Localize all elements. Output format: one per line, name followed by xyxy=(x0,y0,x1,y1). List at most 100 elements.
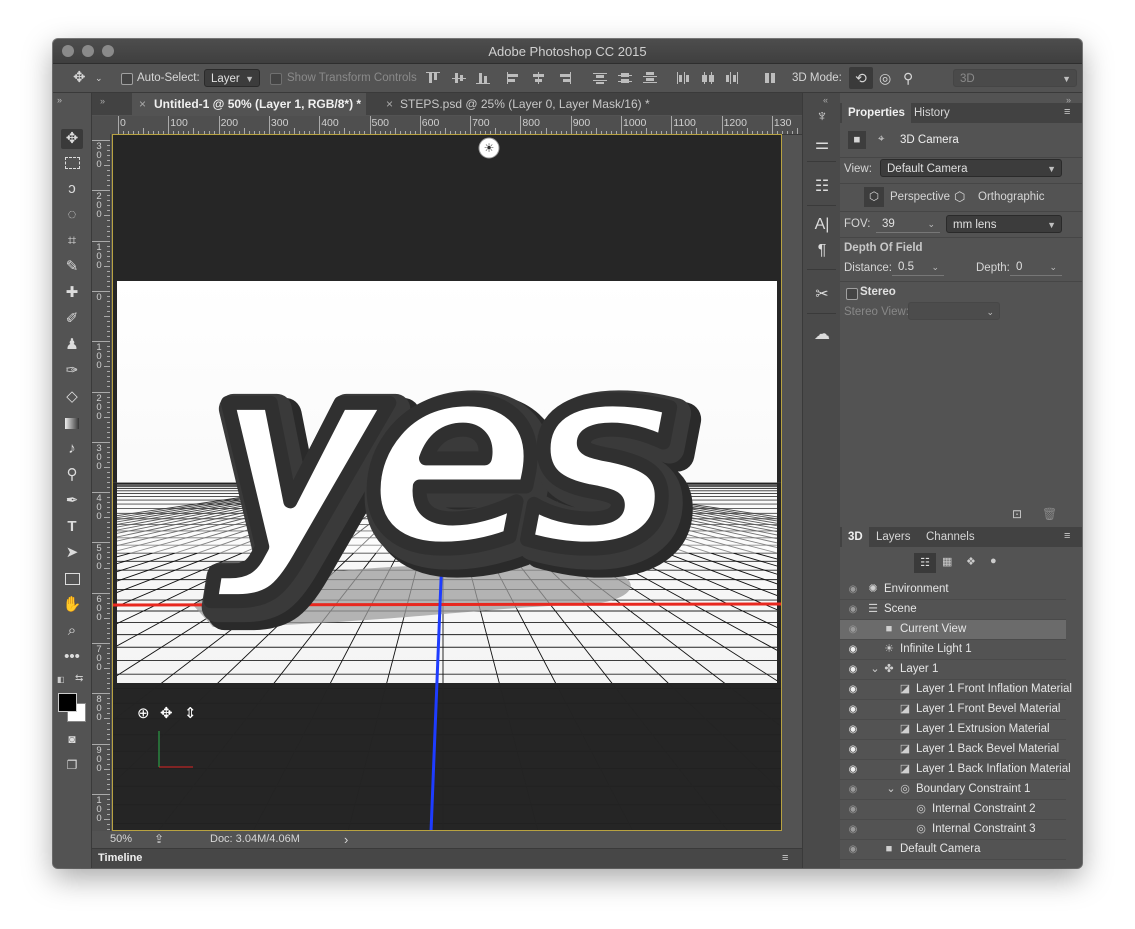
marquee-tool-icon[interactable] xyxy=(61,153,83,173)
visibility-eye-icon[interactable]: ◉ xyxy=(846,820,860,839)
scene-list-item[interactable]: ◉ ◪ Layer 1 Back Inflation Material xyxy=(840,760,1071,780)
dolly-widget-icon[interactable]: ⇕ xyxy=(184,705,197,722)
align-left-icon[interactable] xyxy=(507,72,521,84)
scene-list-item[interactable]: ◉ ◪ Layer 1 Back Bevel Material xyxy=(840,740,1066,760)
scene-list-item[interactable]: ◉ ◎ Internal Constraint 3 xyxy=(840,820,1066,840)
auto-align-icon[interactable] xyxy=(764,72,778,84)
meshes-filter-icon[interactable]: ▦ xyxy=(942,555,952,568)
fov-field[interactable]: 39 ⌄ xyxy=(876,215,940,233)
document-canvas[interactable]: yes yes yes ☀ ⊕ ✥ ⇕ xyxy=(112,134,782,831)
zoom-level[interactable]: 50% xyxy=(110,831,132,848)
path-selection-tool-icon[interactable]: ➤ xyxy=(61,543,83,563)
visibility-eye-icon[interactable]: ◉ xyxy=(846,620,860,639)
dodge-tool-icon[interactable]: ⚲ xyxy=(61,465,83,485)
hand-tool-icon[interactable]: ✋ xyxy=(61,595,83,615)
align-vcenter-icon[interactable] xyxy=(452,72,466,84)
distribute-hcenter-icon[interactable] xyxy=(701,72,715,84)
close-tab-icon[interactable]: × xyxy=(386,93,393,115)
materials-filter-icon[interactable]: ❖ xyxy=(966,555,976,568)
tab-layers[interactable]: Layers xyxy=(870,527,917,547)
brushes-panel-icon[interactable]: ♆ xyxy=(812,107,832,127)
align-hcenter-icon[interactable] xyxy=(532,72,546,84)
align-bottom-icon[interactable] xyxy=(476,72,490,84)
tool-preset-chevron-icon[interactable]: ⌄ xyxy=(95,64,103,92)
tab-3d[interactable]: 3D xyxy=(842,527,869,547)
swap-colors-icon[interactable]: ⇆ xyxy=(75,673,83,684)
vertical-ruler[interactable]: 300 200 100 0 100 200 300 400 500 600 700 800 900 100 xyxy=(92,134,111,831)
visibility-eye-icon[interactable]: ◉ xyxy=(846,700,860,719)
scene-list-item[interactable]: ◉ ◪ Layer 1 Front Bevel Material xyxy=(840,700,1066,720)
timeline-tab[interactable]: Timeline xyxy=(98,852,142,864)
eraser-tool-icon[interactable]: ◇ xyxy=(61,387,83,407)
lasso-tool-icon[interactable]: ↄ xyxy=(61,179,83,199)
tab-properties[interactable]: Properties xyxy=(842,103,911,123)
workspace-dropdown[interactable]: 3D ▼ xyxy=(953,69,1077,87)
visibility-eye-icon[interactable]: ◉ xyxy=(846,580,860,599)
tools-adjust-icon[interactable]: ✂ xyxy=(812,285,832,305)
lens-dropdown[interactable]: mm lens ▼ xyxy=(946,215,1062,233)
brush-tool-icon[interactable]: ✐ xyxy=(61,309,83,329)
collapse-dock-icon[interactable]: « xyxy=(823,95,828,105)
quick-mask-icon[interactable]: ◙ xyxy=(61,729,83,749)
stereo-view-dropdown[interactable]: ⌄ xyxy=(908,302,1000,320)
tab-steps-psd[interactable]: × STEPS.psd @ 25% (Layer 0, Layer Mask/1… xyxy=(380,93,650,115)
3d-scene[interactable]: yes yes yes ☀ ⊕ ✥ ⇕ xyxy=(113,135,782,831)
pan-widget-icon[interactable]: ✥ xyxy=(160,705,173,722)
eyedropper-tool-icon[interactable]: ✎ xyxy=(61,257,83,277)
tab-history[interactable]: History xyxy=(908,103,956,123)
collapse-tools-icon[interactable]: » xyxy=(57,95,62,105)
visibility-eye-icon[interactable]: ◉ xyxy=(846,840,860,859)
stereo-checkbox[interactable] xyxy=(846,288,858,300)
ruler-corner[interactable] xyxy=(92,116,112,134)
expand-chevron-icon[interactable]: ⌄ xyxy=(868,660,882,679)
share-icon[interactable]: ⇪ xyxy=(154,831,164,848)
view-dropdown[interactable]: Default Camera ▼ xyxy=(880,159,1062,177)
more-tools-icon[interactable]: ••• xyxy=(61,647,83,667)
roll-3d-camera-icon[interactable]: ◎ xyxy=(879,64,891,92)
healing-brush-tool-icon[interactable]: ✚ xyxy=(61,283,83,303)
visibility-eye-icon[interactable]: ◉ xyxy=(846,720,860,739)
lights-filter-icon[interactable]: ● xyxy=(990,555,997,567)
expand-chevron-icon[interactable]: ⌄ xyxy=(884,780,898,799)
move-tool-icon[interactable]: ✥ xyxy=(73,64,86,92)
tool-presets-icon[interactable]: ⚌ xyxy=(812,135,832,155)
distribute-vcenter-icon[interactable] xyxy=(618,72,632,84)
horizontal-ruler[interactable]: 0 100 200 300 400 500 600 700 800 900 1000 1100 1200… xyxy=(112,116,802,135)
perspective-label[interactable]: Perspective xyxy=(890,191,950,203)
visibility-eye-icon[interactable]: ◉ xyxy=(846,600,860,619)
visibility-eye-icon[interactable]: ◉ xyxy=(846,740,860,759)
pen-tool-icon[interactable]: ✒ xyxy=(61,491,83,511)
whole-scene-filter-icon[interactable]: ☷ xyxy=(914,553,936,573)
panel-menu-icon[interactable]: ≡ xyxy=(1064,106,1070,118)
distribute-right-icon[interactable] xyxy=(726,72,740,84)
auto-select-checkbox[interactable] xyxy=(121,73,133,85)
rectangle-tool-icon[interactable] xyxy=(61,569,83,589)
clone-source-icon[interactable]: ☷ xyxy=(812,177,832,197)
scene-list-item[interactable]: ◉ ■ Default Camera xyxy=(840,840,1066,860)
tab-channels[interactable]: Channels xyxy=(920,527,981,547)
scene-list-item[interactable]: ◉ ■ Current View xyxy=(840,620,1066,640)
scene-list-item[interactable]: ◉ ◪ Layer 1 Front Inflation Material xyxy=(840,680,1072,700)
close-tab-icon[interactable]: × xyxy=(139,93,146,115)
depth-field[interactable]: 0 ⌄ xyxy=(1010,258,1062,276)
visibility-eye-icon[interactable]: ◉ xyxy=(846,800,860,819)
panel-menu-icon[interactable]: ≡ xyxy=(782,852,788,864)
distribute-left-icon[interactable] xyxy=(676,72,690,84)
creative-cloud-icon[interactable]: ☁ xyxy=(812,325,832,345)
pan-3d-camera-icon[interactable]: ⚲ xyxy=(903,64,913,92)
character-panel-icon[interactable]: A| xyxy=(812,215,832,235)
visibility-eye-icon[interactable]: ◉ xyxy=(846,780,860,799)
visibility-eye-icon[interactable]: ◉ xyxy=(846,640,860,659)
visibility-eye-icon[interactable]: ◉ xyxy=(846,680,860,699)
history-brush-tool-icon[interactable]: ✑ xyxy=(61,361,83,381)
align-right-icon[interactable] xyxy=(557,72,571,84)
quick-selection-tool-icon[interactable]: ◌ xyxy=(61,205,83,225)
zoom-tool-icon[interactable]: ⌕ xyxy=(61,621,83,641)
perspective-icon[interactable]: ⬡ xyxy=(864,187,884,207)
orbit-widget-icon[interactable]: ⊕ xyxy=(137,705,150,722)
orthographic-icon[interactable]: ⬡ xyxy=(954,189,965,205)
distance-field[interactable]: 0.5 ⌄ xyxy=(892,258,944,276)
align-top-icon[interactable] xyxy=(426,72,440,84)
tab-untitled-1[interactable]: × Untitled-1 @ 50% (Layer 1, RGB/8*) * xyxy=(132,93,366,115)
scene-list-item[interactable]: ◉ ✺ Environment xyxy=(840,580,1066,600)
